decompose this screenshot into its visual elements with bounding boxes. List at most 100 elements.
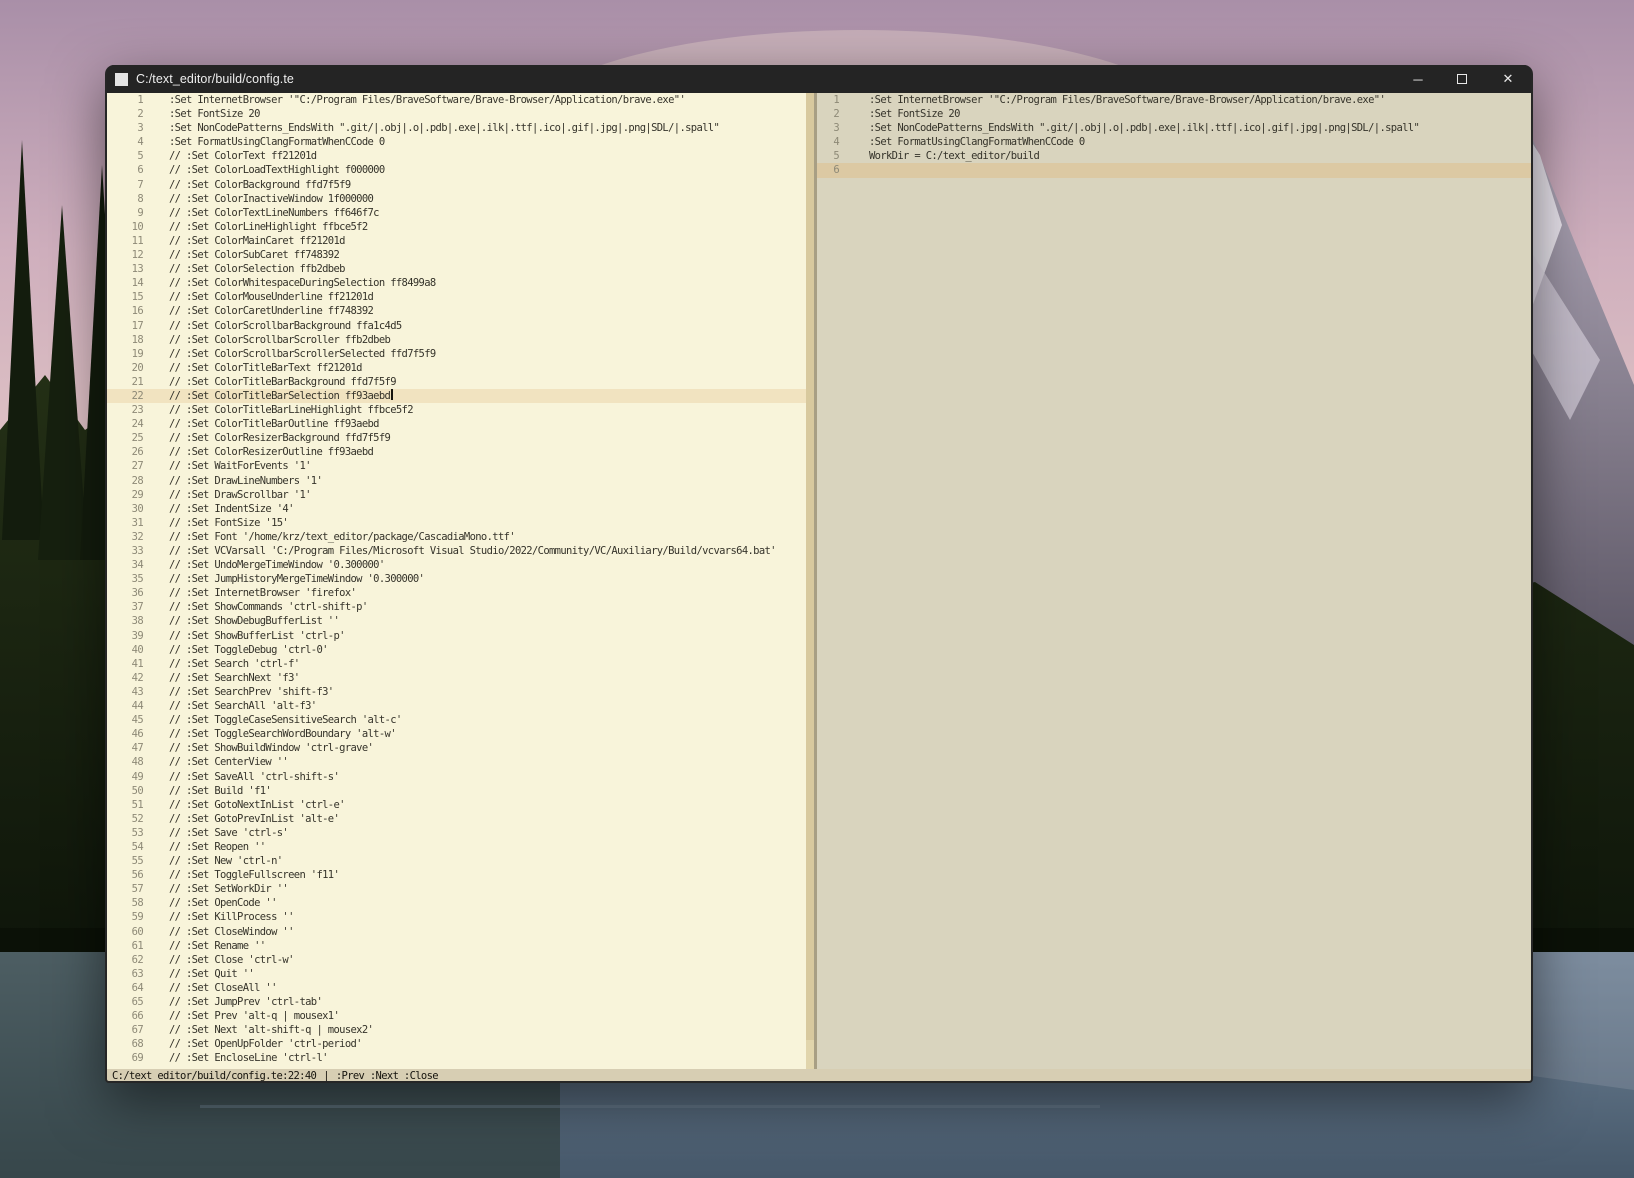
- code-line[interactable]: 61 // :Set Rename '': [107, 939, 806, 953]
- code-line[interactable]: 24 // :Set ColorTitleBarOutline ff93aebd: [107, 417, 806, 431]
- line-text: :Set FontSize 20: [169, 107, 260, 121]
- code-line[interactable]: 37 // :Set ShowCommands 'ctrl-shift-p': [107, 600, 806, 614]
- code-line[interactable]: 34 // :Set UndoMergeTimeWindow '0.300000…: [107, 558, 806, 572]
- line-number: 15: [107, 290, 143, 304]
- code-line[interactable]: 14 // :Set ColorWhitespaceDuringSelectio…: [107, 276, 806, 290]
- code-line[interactable]: 12 // :Set ColorSubCaret ff748392: [107, 248, 806, 262]
- line-text: // :Set DrawScrollbar '1': [169, 488, 311, 502]
- line-number: 2: [107, 107, 143, 121]
- code-line[interactable]: 18 // :Set ColorScrollbarScroller ffb2db…: [107, 333, 806, 347]
- code-line[interactable]: 17 // :Set ColorScrollbarBackground ffa1…: [107, 319, 806, 333]
- close-button[interactable]: ✕: [1493, 65, 1523, 93]
- code-line[interactable]: 7 // :Set ColorBackground ffd7f5f9: [107, 178, 806, 192]
- code-line[interactable]: 46 // :Set ToggleSearchWordBoundary 'alt…: [107, 727, 806, 741]
- code-line[interactable]: 27 // :Set WaitForEvents '1': [107, 459, 806, 473]
- code-line[interactable]: 60 // :Set CloseWindow '': [107, 925, 806, 939]
- code-line[interactable]: 20 // :Set ColorTitleBarText ff21201d: [107, 361, 806, 375]
- code-line[interactable]: 2 :Set FontSize 20: [817, 107, 1531, 121]
- code-line[interactable]: 66 // :Set Prev 'alt-q | mousex1': [107, 1009, 806, 1023]
- line-text: // :Set Rename '': [169, 939, 265, 953]
- line-text: WorkDir = C:/text_editor/build: [869, 149, 1039, 163]
- code-line[interactable]: 16 // :Set ColorCaretUnderline ff748392: [107, 304, 806, 318]
- code-line[interactable]: 10 // :Set ColorLineHighlight ffbce5f2: [107, 220, 806, 234]
- code-line[interactable]: 59 // :Set KillProcess '': [107, 910, 806, 924]
- line-number: 21: [107, 375, 143, 389]
- code-line[interactable]: 6: [817, 163, 1531, 177]
- code-line[interactable]: 47 // :Set ShowBuildWindow 'ctrl-grave': [107, 741, 806, 755]
- code-line[interactable]: 52 // :Set GotoPrevInList 'alt-e': [107, 812, 806, 826]
- code-line[interactable]: 19 // :Set ColorScrollbarScrollerSelecte…: [107, 347, 806, 361]
- code-line[interactable]: 35 // :Set JumpHistoryMergeTimeWindow '0…: [107, 572, 806, 586]
- code-line[interactable]: 29 // :Set DrawScrollbar '1': [107, 488, 806, 502]
- line-text: // :Set UndoMergeTimeWindow '0.300000': [169, 558, 385, 572]
- code-line[interactable]: 23 // :Set ColorTitleBarLineHighlight ff…: [107, 403, 806, 417]
- code-line[interactable]: 62 // :Set Close 'ctrl-w': [107, 953, 806, 967]
- code-line[interactable]: 41 // :Set Search 'ctrl-f': [107, 657, 806, 671]
- code-line[interactable]: 4 :Set FormatUsingClangFormatWhenCCode 0: [817, 135, 1531, 149]
- line-number: 6: [817, 163, 839, 177]
- code-line[interactable]: 1 :Set InternetBrowser '"C:/Program File…: [817, 93, 1531, 107]
- line-number: 59: [107, 910, 143, 924]
- code-line[interactable]: 63 // :Set Quit '': [107, 967, 806, 981]
- code-line[interactable]: 53 // :Set Save 'ctrl-s': [107, 826, 806, 840]
- code-line[interactable]: 50 // :Set Build 'f1': [107, 784, 806, 798]
- code-line[interactable]: 39 // :Set ShowBufferList 'ctrl-p': [107, 629, 806, 643]
- code-line[interactable]: 26 // :Set ColorResizerOutline ff93aebd: [107, 445, 806, 459]
- code-line[interactable]: 32 // :Set Font '/home/krz/text_editor/p…: [107, 530, 806, 544]
- line-number: 23: [107, 403, 143, 417]
- code-line[interactable]: 51 // :Set GotoNextInList 'ctrl-e': [107, 798, 806, 812]
- code-line[interactable]: 5 // :Set ColorText ff21201d: [107, 149, 806, 163]
- code-line[interactable]: 9 // :Set ColorTextLineNumbers ff646f7c: [107, 206, 806, 220]
- code-line[interactable]: 4 :Set FormatUsingClangFormatWhenCCode 0: [107, 135, 806, 149]
- code-line[interactable]: 58 // :Set OpenCode '': [107, 896, 806, 910]
- code-line[interactable]: 68 // :Set OpenUpFolder 'ctrl-period': [107, 1037, 806, 1051]
- line-text: // :Set ColorTitleBarSelection ff93aebd: [169, 389, 393, 403]
- code-line[interactable]: 69 // :Set EncloseLine 'ctrl-l': [107, 1051, 806, 1065]
- code-line[interactable]: 48 // :Set CenterView '': [107, 755, 806, 769]
- line-number: 16: [107, 304, 143, 318]
- code-line[interactable]: 11 // :Set ColorMainCaret ff21201d: [107, 234, 806, 248]
- status-commands[interactable]: :Prev :Next :Close: [336, 1069, 438, 1083]
- left-editor-pane[interactable]: 1 :Set InternetBrowser '"C:/Program File…: [107, 93, 806, 1069]
- code-line[interactable]: 43 // :Set SearchPrev 'shift-f3': [107, 685, 806, 699]
- code-line[interactable]: 28 // :Set DrawLineNumbers '1': [107, 474, 806, 488]
- code-line[interactable]: 5 WorkDir = C:/text_editor/build: [817, 149, 1531, 163]
- right-editor-pane[interactable]: 1 :Set InternetBrowser '"C:/Program File…: [817, 93, 1531, 1069]
- code-line[interactable]: 31 // :Set FontSize '15': [107, 516, 806, 530]
- code-line[interactable]: 45 // :Set ToggleCaseSensitiveSearch 'al…: [107, 713, 806, 727]
- code-line[interactable]: 3 :Set NonCodePatterns_EndsWith ".git/|.…: [817, 121, 1531, 135]
- code-line[interactable]: 64 // :Set CloseAll '': [107, 981, 806, 995]
- code-line[interactable]: 3 :Set NonCodePatterns_EndsWith ".git/|.…: [107, 121, 806, 135]
- code-line[interactable]: 57 // :Set SetWorkDir '': [107, 882, 806, 896]
- code-line[interactable]: 49 // :Set SaveAll 'ctrl-shift-s': [107, 770, 806, 784]
- code-line[interactable]: 21 // :Set ColorTitleBarBackground ffd7f…: [107, 375, 806, 389]
- title-bar[interactable]: C:/text_editor/build/config.te ─ ✕: [107, 65, 1531, 93]
- left-pane-scrollbar[interactable]: [806, 93, 814, 1069]
- code-line[interactable]: 44 // :Set SearchAll 'alt-f3': [107, 699, 806, 713]
- code-line[interactable]: 8 // :Set ColorInactiveWindow 1f000000: [107, 192, 806, 206]
- minimize-button[interactable]: ─: [1403, 65, 1433, 93]
- code-line[interactable]: 25 // :Set ColorResizerBackground ffd7f5…: [107, 431, 806, 445]
- code-line[interactable]: 6 // :Set ColorLoadTextHighlight f000000: [107, 163, 806, 177]
- code-line[interactable]: 22 // :Set ColorTitleBarSelection ff93ae…: [107, 389, 806, 403]
- code-line[interactable]: 2 :Set FontSize 20: [107, 107, 806, 121]
- code-line[interactable]: 13 // :Set ColorSelection ffb2dbeb: [107, 262, 806, 276]
- scrollbar-thumb[interactable]: [806, 93, 814, 1040]
- code-line[interactable]: 55 // :Set New 'ctrl-n': [107, 854, 806, 868]
- maximize-button[interactable]: [1447, 65, 1477, 93]
- code-line[interactable]: 67 // :Set Next 'alt-shift-q | mousex2': [107, 1023, 806, 1037]
- code-line[interactable]: 15 // :Set ColorMouseUnderline ff21201d: [107, 290, 806, 304]
- line-number: 6: [107, 163, 143, 177]
- code-line[interactable]: 30 // :Set IndentSize '4': [107, 502, 806, 516]
- code-line[interactable]: 54 // :Set Reopen '': [107, 840, 806, 854]
- code-line[interactable]: 1 :Set InternetBrowser '"C:/Program File…: [107, 93, 806, 107]
- code-line[interactable]: 56 // :Set ToggleFullscreen 'f11': [107, 868, 806, 882]
- code-line[interactable]: 38 // :Set ShowDebugBufferList '': [107, 614, 806, 628]
- code-line[interactable]: 40 // :Set ToggleDebug 'ctrl-0': [107, 643, 806, 657]
- line-number: 56: [107, 868, 143, 882]
- code-line[interactable]: 65 // :Set JumpPrev 'ctrl-tab': [107, 995, 806, 1009]
- code-line[interactable]: 33 // :Set VCVarsall 'C:/Program Files/M…: [107, 544, 806, 558]
- line-text: // :Set SearchAll 'alt-f3': [169, 699, 316, 713]
- code-line[interactable]: 36 // :Set InternetBrowser 'firefox': [107, 586, 806, 600]
- code-line[interactable]: 42 // :Set SearchNext 'f3': [107, 671, 806, 685]
